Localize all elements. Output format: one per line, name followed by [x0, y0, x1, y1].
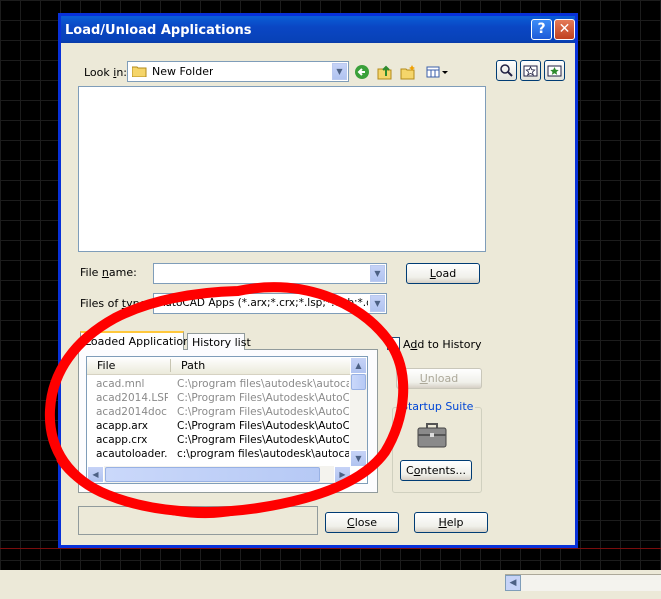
up-folder-icon[interactable] [376, 63, 394, 81]
scroll-left-icon[interactable]: ◀ [87, 466, 104, 483]
title-bar[interactable]: Load/Unload Applications ? ✕ [61, 16, 575, 43]
path-cell: C:\Program Files\Autodesk\AutoCAD 2014\a… [177, 420, 349, 432]
help-title-button[interactable]: ? [531, 19, 552, 40]
file-cell: acad2014doc.lsp [96, 406, 168, 418]
vertical-scrollbar[interactable]: ▲ ▼ [350, 357, 367, 467]
close-title-button[interactable]: ✕ [554, 19, 575, 40]
file-list-area[interactable] [78, 86, 486, 252]
file-name-label: File name: [80, 266, 137, 279]
close-button[interactable]: Close [325, 512, 399, 533]
horizontal-list-scrollbar[interactable]: ◀ ▶ [87, 466, 351, 483]
views-menu-icon[interactable] [425, 63, 449, 81]
file-name-input[interactable]: ▼ [153, 263, 387, 284]
startup-suite-label: Startup Suite [399, 400, 476, 413]
vertical-scroll-thumb[interactable] [351, 374, 366, 390]
tab-history-list[interactable]: History list [187, 333, 251, 350]
contents-button[interactable]: Contents... [400, 460, 472, 481]
scroll-left-icon[interactable]: ◀ [505, 575, 521, 591]
add-to-history-checkbox[interactable] [387, 337, 400, 350]
table-row[interactable]: acad2014.LSP C:\Program Files\Autodesk\Au… [87, 392, 351, 406]
table-row[interactable]: acautoloader.arx c:\program files\autodes… [87, 448, 351, 462]
scroll-down-icon[interactable]: ▼ [350, 450, 367, 467]
files-of-type-label: Files of type: [80, 297, 151, 310]
load-button[interactable]: Load [406, 263, 480, 284]
file-cell: acautoloader.arx [96, 448, 168, 460]
briefcase-icon[interactable] [417, 422, 447, 449]
table-row[interactable]: acapp.crx C:\Program Files\Autodesk\AutoC… [87, 434, 351, 448]
path-cell: C:\Program Files\Autodesk\AutoCAD 2014\S… [177, 406, 349, 418]
add-to-history-label: Add to History [403, 338, 482, 351]
table-row[interactable]: acad2014doc.lsp C:\Program Files\Autodesk… [87, 406, 351, 420]
back-icon[interactable] [353, 63, 371, 81]
horizontal-scrollbar[interactable]: ◀ [505, 574, 661, 591]
scroll-right-icon[interactable]: ▶ [334, 466, 351, 483]
canvas-axis-line [0, 548, 661, 549]
loaded-applications-list[interactable]: File Path acad.mnl C:\program files\autod… [86, 356, 368, 484]
file-cell: acad.mnl [96, 378, 145, 390]
files-of-type-dropdown[interactable]: AutoCAD Apps (*.arx;*.crx;*.lsp;*.dvb;*.… [153, 293, 387, 314]
column-header-path[interactable]: Path [181, 359, 205, 372]
files-of-type-value: AutoCAD Apps (*.arx;*.crx;*.lsp;*.dvb;*.… [158, 297, 368, 309]
folder-icon [131, 63, 147, 79]
scroll-up-icon[interactable]: ▲ [350, 357, 367, 374]
chevron-down-icon[interactable]: ▼ [370, 295, 385, 312]
help-button[interactable]: Help [414, 512, 488, 533]
file-cell: acapp.crx [96, 434, 148, 446]
file-cell: acad2014.LSP [96, 392, 168, 404]
path-cell: C:\Program Files\Autodesk\AutoCAD 2014\S… [177, 392, 349, 404]
column-divider[interactable] [170, 359, 171, 372]
table-row[interactable]: acapp.arx C:\Program Files\Autodesk\AutoC… [87, 420, 351, 434]
command-bar: ◀ [0, 570, 661, 599]
window-title: Load/Unload Applications [65, 23, 252, 38]
tab-loaded-applications[interactable]: Loaded Applications [80, 331, 196, 350]
file-cell: acapp.arx [96, 420, 148, 432]
status-field [78, 506, 318, 535]
table-row[interactable]: acad.mnl C:\program files\autodesk\autoca… [87, 378, 351, 392]
find-icon[interactable] [496, 60, 517, 81]
look-in-dropdown[interactable]: New Folder ▼ [127, 61, 349, 82]
column-header-file[interactable]: File [97, 359, 115, 372]
path-cell: C:\Program Files\Autodesk\AutoCAD 2014\a… [177, 434, 349, 446]
favorites-icon[interactable] [520, 60, 541, 81]
horizontal-scroll-thumb[interactable] [105, 467, 320, 482]
chevron-down-icon[interactable]: ▼ [332, 63, 347, 80]
path-cell: c:\program files\autodesk\autocad 2014\a… [177, 448, 349, 460]
unload-button[interactable]: Unload [396, 368, 482, 389]
path-cell: C:\program files\autodesk\autocad 2014\s… [177, 378, 349, 390]
look-in-value: New Folder [152, 65, 214, 78]
new-folder-icon[interactable] [399, 63, 417, 81]
list-header: File Path [87, 357, 351, 375]
look-in-label: Look in: [84, 66, 128, 79]
add-to-favorites-icon[interactable] [544, 60, 565, 81]
chevron-down-icon[interactable]: ▼ [370, 265, 385, 282]
